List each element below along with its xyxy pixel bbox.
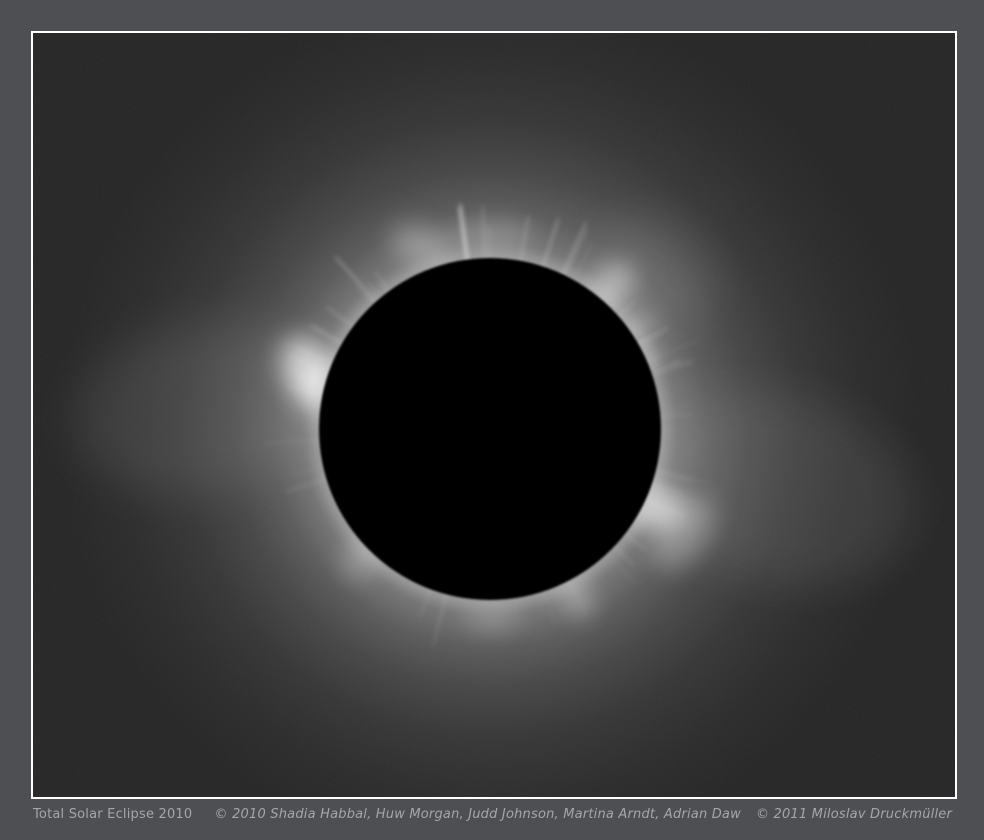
caption-bar: Total Solar Eclipse 2010 © 2010 Shadia H…: [33, 806, 952, 823]
credit-2010: © 2010 Shadia Habbal, Huw Morgan, Judd J…: [215, 806, 741, 823]
photo-title: Total Solar Eclipse 2010: [33, 806, 192, 823]
credit-2011: © 2011 Miloslav Druckmüller: [756, 806, 952, 823]
moon-disc: [319, 258, 661, 600]
eclipse-photo: [33, 33, 955, 797]
eclipse-photo-frame: [31, 31, 957, 799]
photo-credits: © 2010 Shadia Habbal, Huw Morgan, Judd J…: [215, 806, 952, 823]
